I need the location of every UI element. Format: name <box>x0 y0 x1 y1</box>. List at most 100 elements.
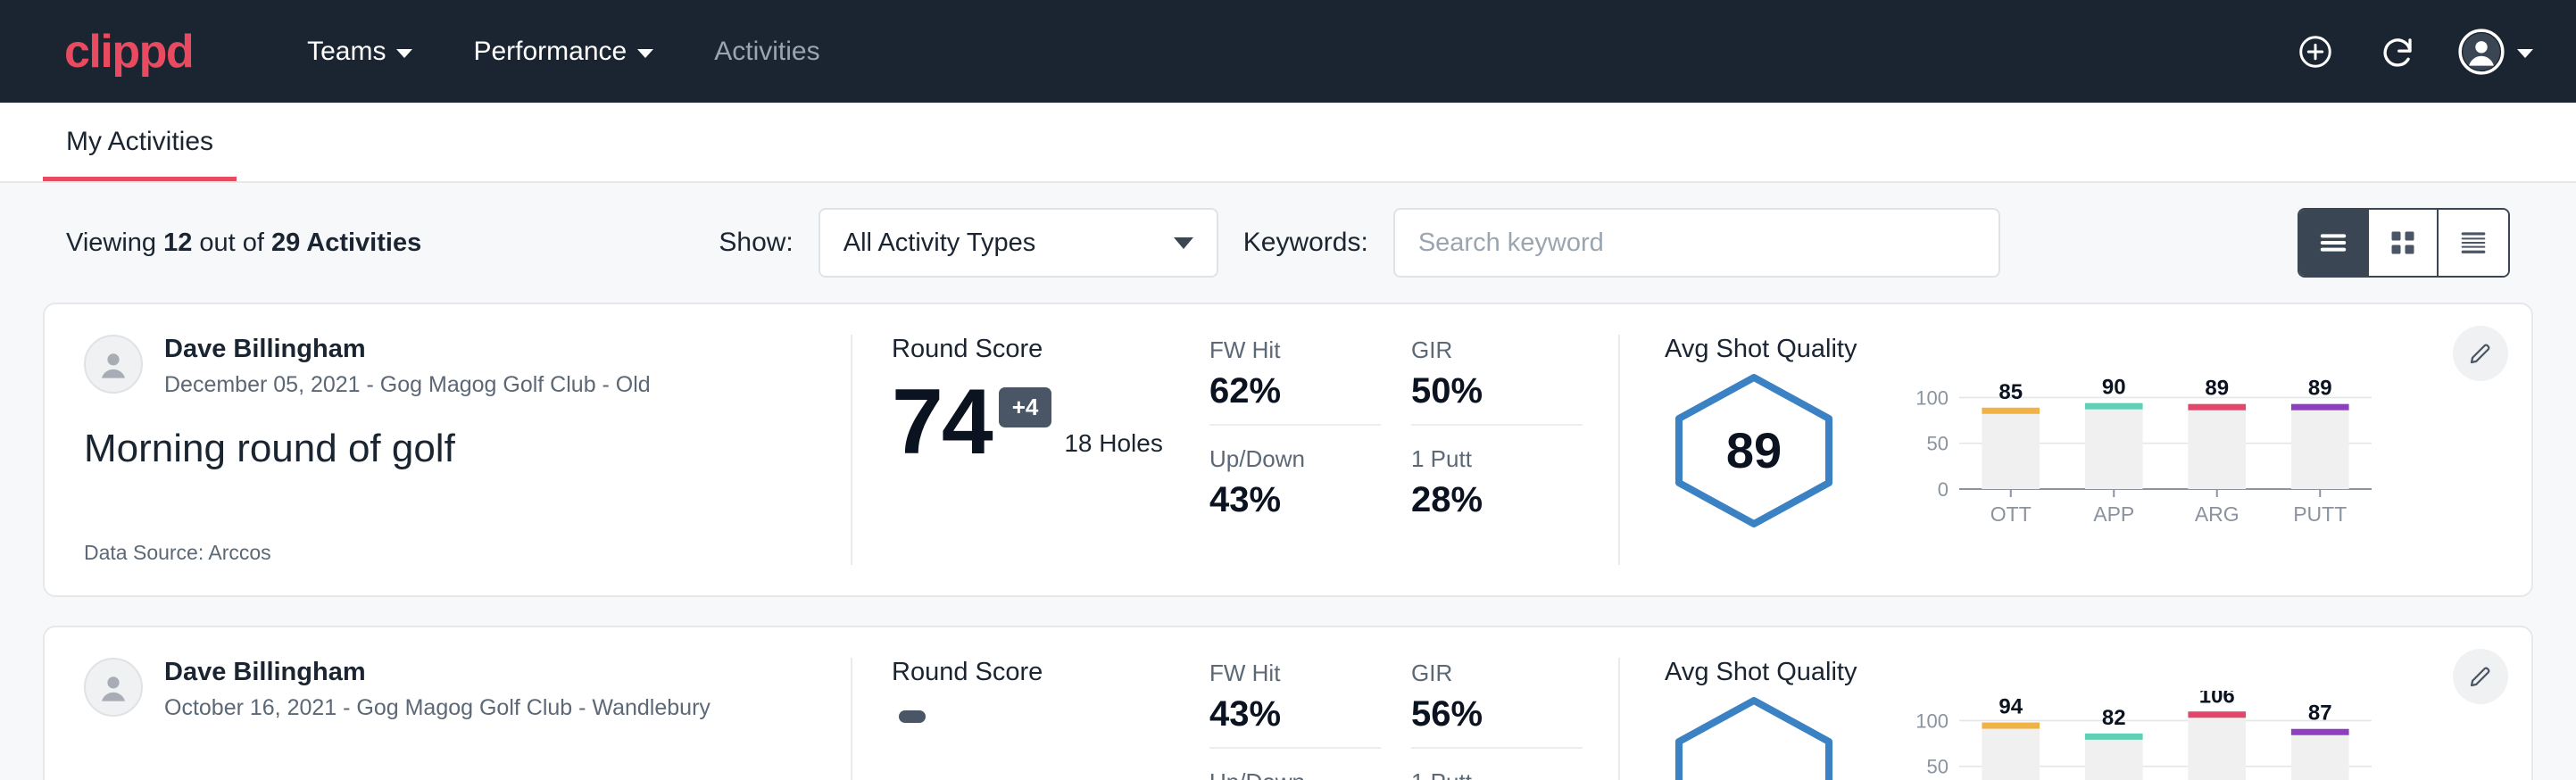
activity-author: Dave Billingham October 16, 2021 - Gog M… <box>84 658 811 721</box>
stat-value: 28% <box>1411 480 1583 520</box>
nav-item-label: Activities <box>714 37 819 67</box>
nav-item-performance[interactable]: Performance <box>443 28 684 76</box>
round-score-block: Round Score 74 +4 18 Holes <box>852 335 1209 565</box>
stat-label: GIR <box>1411 660 1583 687</box>
activity-data-source: Data Source: Arccos <box>84 541 811 565</box>
round-score-value-row: 74 +4 18 Holes <box>892 378 1209 467</box>
activity-title: Morning round of golf <box>84 427 811 472</box>
svg-text:94: 94 <box>1998 695 2023 719</box>
nav-actions <box>2294 29 2533 75</box>
filter-bar: Viewing 12 out of 29 Activities Show: Al… <box>43 183 2533 303</box>
round-score-block: Round Score <box>852 658 1209 780</box>
viewing-count: 12 <box>163 228 192 257</box>
app-logo[interactable]: clippd <box>64 25 193 79</box>
detail-view-icon <box>2456 225 2491 261</box>
chevron-down-icon <box>637 49 653 58</box>
svg-text:100: 100 <box>1915 709 1949 732</box>
filter-controls: Show: All Activity Types Keywords: <box>421 208 2298 278</box>
round-score-label: Round Score <box>892 658 1209 687</box>
viewing-total: 29 Activities <box>271 228 421 257</box>
search-input[interactable] <box>1393 208 2000 278</box>
author-meta: December 05, 2021 - Gog Magog Golf Club … <box>164 372 651 398</box>
svg-text:APP: APP <box>2093 502 2134 526</box>
svg-text:ARG: ARG <box>2195 502 2239 526</box>
author-text: Dave Billingham December 05, 2021 - Gog … <box>164 335 651 398</box>
svg-text:PUTT: PUTT <box>2293 502 2347 526</box>
round-stats: FW Hit 43% GIR 56% Up/Down 1 Putt <box>1209 658 1620 780</box>
edit-activity-button[interactable] <box>2453 649 2508 704</box>
stat-up-down: Up/Down 43% <box>1209 445 1381 533</box>
stat-grid: FW Hit 62% GIR 50% Up/Down 43% 1 Putt 28… <box>1209 336 1583 533</box>
edit-activity-button[interactable] <box>2453 326 2508 381</box>
stat-up-down: Up/Down <box>1209 768 1381 780</box>
viewing-count-text: Viewing 12 out of 29 Activities <box>66 228 421 258</box>
refresh-icon[interactable] <box>2376 30 2419 73</box>
quality-score-value: 89 <box>1665 370 1843 531</box>
svg-text:0: 0 <box>1938 478 1949 501</box>
stat-label: FW Hit <box>1209 660 1381 687</box>
stat-value: 62% <box>1209 371 1381 411</box>
author-name: Dave Billingham <box>164 658 710 687</box>
activity-type-select[interactable]: All Activity Types <box>819 208 1218 278</box>
svg-text:OTT: OTT <box>1990 502 2032 526</box>
quality-hexagon <box>1665 693 1843 780</box>
score-diff-badge <box>899 710 926 723</box>
person-icon <box>94 344 133 384</box>
avg-shot-quality-block: Avg Shot Quality 05010094OTT82APP106ARG8… <box>1620 658 2531 780</box>
show-label: Show: <box>719 228 793 258</box>
list-view-button[interactable] <box>2299 210 2369 276</box>
stat-label: Up/Down <box>1209 445 1381 473</box>
account-menu[interactable] <box>2458 29 2533 75</box>
stat-gir: GIR 50% <box>1411 336 1583 426</box>
chevron-down-icon <box>396 49 412 58</box>
quality-body: 05010094OTT82APP106ARG87PUTT <box>1665 691 2531 780</box>
tab-my-activities[interactable]: My Activities <box>43 127 237 181</box>
svg-text:106: 106 <box>2199 691 2235 708</box>
stat-label: 1 Putt <box>1411 768 1583 780</box>
tab-bar: My Activities <box>0 103 2576 183</box>
list-view-icon <box>2315 225 2351 261</box>
svg-text:50: 50 <box>1927 756 1949 778</box>
activity-card[interactable]: Dave Billingham October 16, 2021 - Gog M… <box>43 626 2533 780</box>
round-score-value-row <box>892 701 1209 723</box>
account-avatar-icon <box>2458 29 2505 75</box>
stat-value: 50% <box>1411 371 1583 411</box>
svg-text:50: 50 <box>1927 433 1949 455</box>
stat-fw-hit: FW Hit 43% <box>1209 660 1381 749</box>
svg-text:90: 90 <box>2102 376 2126 400</box>
round-score-label: Round Score <box>892 335 1209 364</box>
chevron-down-icon <box>1174 237 1193 249</box>
stat-gir: GIR 56% <box>1411 660 1583 749</box>
detail-view-button[interactable] <box>2439 210 2508 276</box>
nav-item-label: Teams <box>307 37 386 67</box>
person-icon <box>94 668 133 707</box>
author-meta: October 16, 2021 - Gog Magog Golf Club -… <box>164 695 710 721</box>
pencil-icon <box>2467 663 2494 690</box>
viewing-prefix: Viewing <box>66 228 163 257</box>
grid-view-button[interactable] <box>2369 210 2439 276</box>
svg-text:89: 89 <box>2308 377 2332 401</box>
activity-info: Dave Billingham October 16, 2021 - Gog M… <box>45 658 852 780</box>
activity-type-value: All Activity Types <box>843 228 1035 258</box>
stat-value: 56% <box>1411 694 1583 734</box>
add-circle-icon[interactable] <box>2294 30 2337 73</box>
primary-nav: Teams Performance Activities <box>277 28 850 76</box>
avg-shot-quality-label: Avg Shot Quality <box>1665 335 2531 364</box>
stat-value: 43% <box>1209 694 1381 734</box>
stat-grid: FW Hit 43% GIR 56% Up/Down 1 Putt <box>1209 660 1583 780</box>
stat-value: 43% <box>1209 480 1381 520</box>
stat-label: Up/Down <box>1209 768 1381 780</box>
stat-label: GIR <box>1411 336 1583 364</box>
shot-quality-chart: 05010085OTT90APP89ARG89PUTT <box>1897 368 2379 533</box>
author-name: Dave Billingham <box>164 335 651 364</box>
nav-item-activities[interactable]: Activities <box>684 28 850 76</box>
activity-card[interactable]: Dave Billingham December 05, 2021 - Gog … <box>43 303 2533 597</box>
shot-quality-chart: 05010094OTT82APP106ARG87PUTT <box>1897 691 2379 780</box>
view-toggle-group <box>2298 208 2510 278</box>
avatar <box>84 658 143 717</box>
nav-item-teams[interactable]: Teams <box>277 28 443 76</box>
svg-text:82: 82 <box>2102 706 2126 730</box>
avg-shot-quality-label: Avg Shot Quality <box>1665 658 2531 687</box>
activity-author: Dave Billingham December 05, 2021 - Gog … <box>84 335 811 398</box>
page-body: Viewing 12 out of 29 Activities Show: Al… <box>0 183 2576 780</box>
